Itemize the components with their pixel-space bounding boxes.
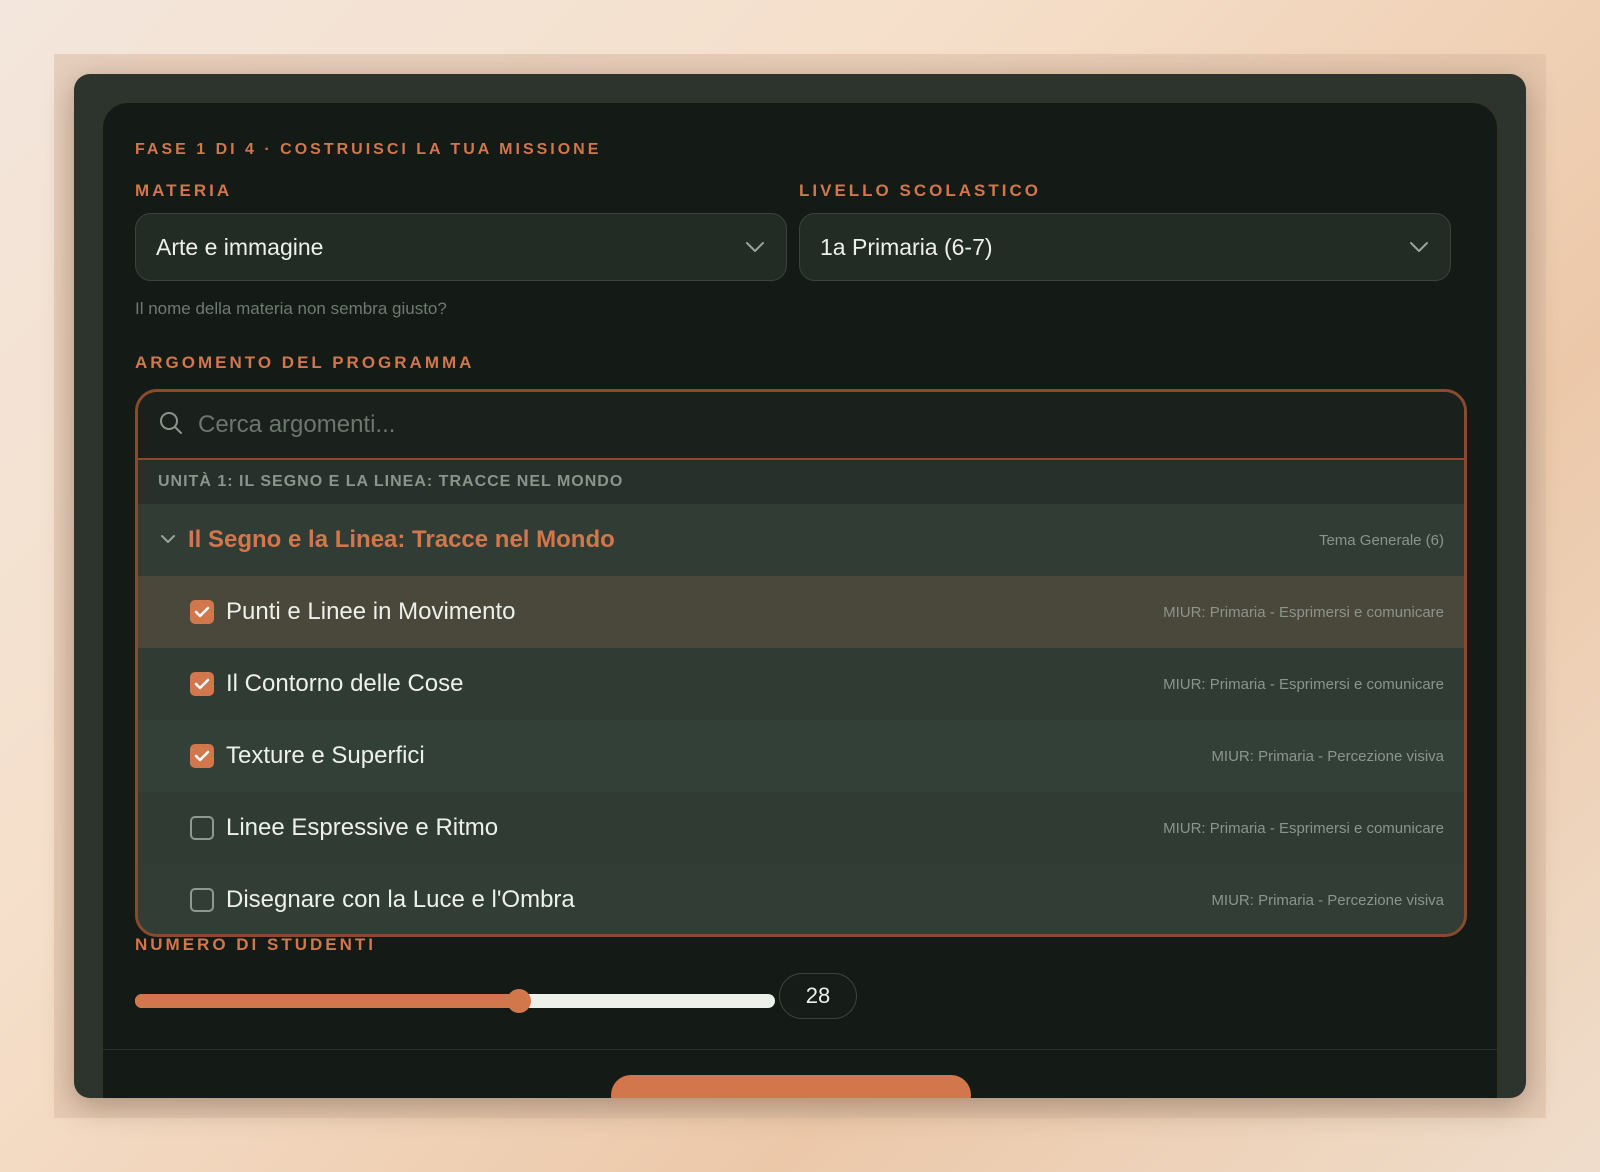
topic-group-count: Tema Generale (6) [1318, 531, 1444, 549]
app-window: FASE 1 DI 4 · COSTRUISCI LA TUA MISSIONE… [74, 74, 1526, 1098]
topic-row[interactable]: Punti e Linee in Movimento MIUR: Primaria… [138, 576, 1464, 648]
subject-hint-link[interactable]: Il nome della materia non sembra giusto? [135, 299, 447, 319]
topic-row[interactable]: Linee Espressive e Ritmo MIUR: Primaria -… [138, 792, 1464, 864]
chevron-down-icon [744, 236, 766, 258]
level-value: 1a Primaria (6-7) [820, 233, 993, 260]
slider-fill [135, 994, 519, 1008]
students-slider[interactable] [135, 983, 775, 1015]
slider-thumb[interactable] [507, 989, 531, 1013]
students-count: 28 [779, 973, 857, 1019]
topic-curriculum-tag: MIUR: Primaria - Percezione visiva [1211, 891, 1444, 909]
topic-title: Punti e Linee in Movimento [226, 598, 516, 625]
topic-row[interactable]: Disegnare con la Luce e l'Ombra MIUR: Pri… [138, 864, 1464, 934]
topic-title: Disegnare con la Luce e l'Ombra [226, 886, 575, 913]
subject-select[interactable]: Arte e immagine [135, 213, 787, 281]
topics-panel: UNITÀ 1: IL SEGNO E LA LINEA: TRACCE NEL… [135, 389, 1467, 937]
subject-value: Arte e immagine [156, 233, 324, 260]
topics-search-input[interactable] [198, 411, 1444, 439]
level-label: LIVELLO SCOLASTICO [799, 181, 1041, 200]
chevron-down-icon [1408, 236, 1430, 258]
topic-curriculum-tag: MIUR: Primaria - Esprimersi e comunicare [1163, 819, 1444, 837]
checkmark-icon [194, 750, 210, 762]
topic-checkbox[interactable] [190, 816, 214, 840]
topic-checkbox[interactable] [190, 888, 214, 912]
topic-title: Il Contorno delle Cose [226, 670, 464, 697]
checkmark-icon [194, 606, 210, 618]
topic-group-header[interactable]: Il Segno e la Linea: Tracce nel Mondo Te… [138, 504, 1464, 576]
topic-curriculum-tag: MIUR: Primaria - Esprimersi e comunicare [1163, 675, 1444, 693]
topic-row[interactable]: Il Contorno delle Cose MIUR: Primaria - E… [138, 648, 1464, 720]
chevron-down-icon[interactable] [160, 531, 176, 549]
footer-divider [103, 1049, 1497, 1050]
search-icon [158, 410, 184, 441]
topic-checkbox[interactable] [190, 672, 214, 696]
topic-curriculum-tag: MIUR: Primaria - Esprimersi e comunicare [1163, 603, 1444, 621]
topics-search-bar [138, 392, 1464, 460]
topic-group-title: Il Segno e la Linea: Tracce nel Mondo [188, 526, 615, 553]
topic-checkbox[interactable] [190, 744, 214, 768]
students-label: NUMERO DI STUDENTI [135, 935, 376, 954]
topic-checkbox[interactable] [190, 600, 214, 624]
subject-label: MATERIA [135, 181, 233, 200]
topic-curriculum-tag: MIUR: Primaria - Percezione visiva [1211, 747, 1444, 765]
unit-header: UNITÀ 1: IL SEGNO E LA LINEA: TRACCE NEL… [138, 460, 1464, 504]
topic-title: Linee Espressive e Ritmo [226, 814, 499, 841]
checkmark-icon [194, 678, 210, 690]
topics-label: ARGOMENTO DEL PROGRAMMA [135, 353, 475, 372]
topic-title: Texture e Superfici [226, 742, 425, 769]
level-select[interactable]: 1a Primaria (6-7) [799, 213, 1451, 281]
topic-row[interactable]: Texture e Superfici MIUR: Primaria - Perc… [138, 720, 1464, 792]
step-indicator: FASE 1 DI 4 · COSTRUISCI LA TUA MISSIONE [135, 141, 602, 158]
continue-button[interactable] [611, 1075, 971, 1098]
mission-builder-card: FASE 1 DI 4 · COSTRUISCI LA TUA MISSIONE… [102, 102, 1498, 1098]
